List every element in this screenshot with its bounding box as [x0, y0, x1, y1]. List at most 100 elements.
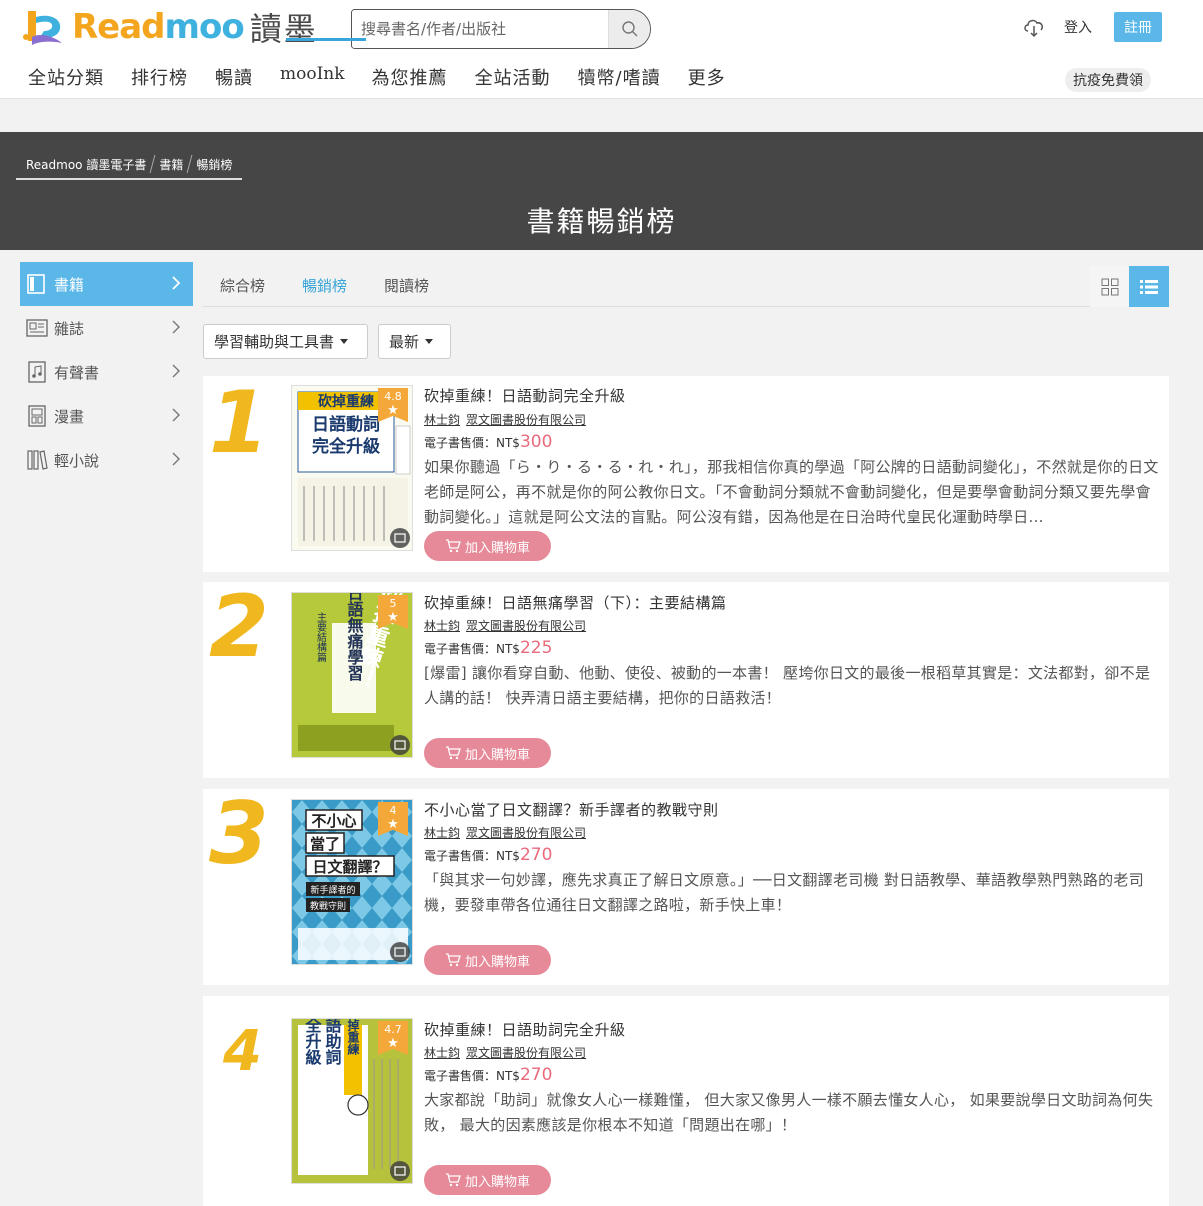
ebook-format-icon	[390, 735, 410, 755]
login-link[interactable]: 登入	[1064, 17, 1092, 37]
rating-value: 5	[389, 597, 397, 610]
price-label: 電子書售價：NT$	[424, 436, 520, 450]
book-cover[interactable]: 砍掉重練！ 日語無痛學習 主要結構篇 5 ★	[291, 592, 413, 758]
book-title[interactable]: 不小心當了日文翻譯？新手譯者的教戰守則	[424, 799, 719, 820]
nav-item-categories[interactable]: 全站分類	[28, 64, 104, 90]
nav-item-coins[interactable]: 犢幣/嗜讀	[578, 64, 661, 90]
sidebar-item-books[interactable]: 書籍	[20, 262, 193, 306]
book-meta: 林士鈞 眾文圖書股份有限公司	[424, 411, 592, 428]
add-to-cart-button[interactable]: 加入購物車	[424, 945, 551, 975]
book-description: [爆雷] 讓你看穿自動、他動、使役、被動的一本書！ 壓垮你日文的最後一根稻草其實…	[424, 664, 1151, 707]
add-to-cart-button[interactable]: 加入購物車	[424, 738, 551, 768]
cover-title-line: 不小心	[311, 812, 356, 830]
cloud-download-icon[interactable]	[1022, 15, 1046, 39]
chevron-right-icon	[172, 276, 181, 290]
author-link[interactable]: 林士鈞	[424, 826, 460, 840]
cover-title-line: 日語無痛學習	[345, 593, 365, 682]
sidebar-item-comics[interactable]: 漫畫	[20, 394, 193, 438]
publisher-link[interactable]: 眾文圖書股份有限公司	[466, 1046, 586, 1060]
sort-dropdown[interactable]: 最新	[378, 324, 451, 359]
chevron-right-icon	[172, 452, 180, 466]
cart-icon	[445, 746, 461, 760]
add-to-cart-button[interactable]: 加入購物車	[424, 1165, 551, 1195]
book-title[interactable]: 砍掉重練！日語助詞完全升級	[424, 1019, 626, 1040]
readmoo-logo[interactable]: Readmoo 讀墨	[22, 6, 318, 48]
book-cover[interactable]: 不小心 當了 日文翻譯？ 新手譯者的 教戰守則 4 ★	[291, 799, 413, 965]
breadcrumb-bestseller[interactable]: 暢銷榜	[196, 156, 232, 173]
search-input[interactable]	[352, 10, 608, 48]
book-cover[interactable]: 砍掉重練 日語動詞 完全升級 4.8 ★	[291, 385, 413, 551]
nav-item-unlimited[interactable]: 暢讀	[215, 64, 253, 90]
cart-icon	[445, 953, 461, 967]
book-list-item: 2 砍掉重練！ 日語無痛學習 主要結構篇 5 ★ 砍掉重練！日語無痛學習（下）：主…	[203, 582, 1169, 778]
book-icon	[26, 273, 48, 295]
nav-item-events[interactable]: 全站活動	[475, 64, 551, 90]
price-value: 270	[519, 1065, 553, 1085]
grid-view-button[interactable]	[1090, 266, 1130, 307]
book-list-item: 4 完全升級 日語助詞 砍掉重練 4.7 ★ 砍掉重練！日語助詞完全升級 林士鈞眾…	[203, 996, 1169, 1206]
logo-chinese: 讀墨	[249, 10, 318, 48]
sidebar-item-label: 有聲書	[54, 363, 100, 382]
author-link[interactable]: 林士鈞	[424, 413, 460, 427]
sidebar-item-label: 雜誌	[54, 319, 85, 338]
author-link[interactable]: 林士鈞	[424, 1046, 460, 1060]
comic-icon	[26, 405, 48, 427]
breadcrumb-books[interactable]: 書籍	[159, 156, 183, 173]
add-to-cart-label: 加入購物車	[464, 540, 530, 556]
cart-icon	[445, 1173, 461, 1187]
rank-number: 1	[209, 373, 269, 473]
publisher-link[interactable]: 眾文圖書股份有限公司	[466, 826, 586, 840]
nav-item-mooink[interactable]: mooInk	[280, 64, 345, 90]
nav-item-rankings[interactable]: 排行榜	[131, 64, 188, 90]
cover-title-line: 完全升級	[303, 1019, 323, 1066]
price-line: 電子書售價：NT$225	[424, 638, 552, 658]
category-sidebar: 書籍 雜誌 有聲書 漫畫 輕小說	[20, 262, 193, 482]
rating-value: 4	[389, 804, 397, 817]
audiobook-icon	[26, 361, 48, 383]
price-value: 300	[519, 432, 553, 452]
magazine-icon	[26, 317, 48, 339]
book-cover[interactable]: 完全升級 日語助詞 砍掉重練 4.7 ★	[291, 1018, 413, 1184]
tab-reading[interactable]: 閱讀榜	[384, 275, 429, 296]
author-link[interactable]: 林士鈞	[424, 619, 460, 633]
book-meta: 林士鈞 眾文圖書股份有限公司	[424, 1044, 592, 1061]
page-banner: Readmoo 讀墨電子書 書籍 暢銷榜 書籍暢銷榜	[0, 132, 1203, 250]
readmoo-logo-icon	[23, 11, 62, 45]
list-view-button[interactable]	[1129, 266, 1169, 307]
book-title[interactable]: 砍掉重練！日語無痛學習（下）：主要結構篇	[424, 592, 727, 613]
book-meta: 林士鈞 眾文圖書股份有限公司	[424, 617, 592, 634]
sidebar-item-audiobooks[interactable]: 有聲書	[20, 350, 193, 394]
category-dropdown-value: 學習輔助與工具書	[214, 333, 335, 351]
sort-dropdown-value: 最新	[389, 333, 420, 351]
nav-item-recommend[interactable]: 為您推薦	[372, 64, 448, 90]
ebook-format-icon	[390, 1161, 410, 1181]
price-label: 電子書售價：NT$	[424, 1069, 520, 1083]
search-button[interactable]	[608, 10, 650, 48]
search-icon	[621, 21, 637, 37]
price-value: 225	[519, 638, 553, 658]
chevron-right-icon	[172, 364, 180, 378]
cover-title-line: 日文翻譯？	[312, 858, 387, 876]
breadcrumb-separator	[186, 155, 193, 173]
price-value: 270	[519, 845, 553, 865]
tab-overall[interactable]: 綜合榜	[220, 275, 265, 296]
register-button[interactable]: 註冊	[1114, 12, 1162, 42]
tab-bestseller[interactable]: 暢銷榜	[302, 275, 347, 296]
sidebar-item-light-novels[interactable]: 輕小說	[20, 438, 193, 482]
logo-word-moo: moo	[164, 7, 245, 47]
book-list-item: 1 砍掉重練 日語動詞 完全升級 4.8 ★ 砍掉重練！日語動詞完全升級 林士鈞眾…	[203, 376, 1169, 572]
publisher-link[interactable]: 眾文圖書股份有限公司	[466, 413, 586, 427]
rank-number: 3	[209, 784, 269, 884]
breadcrumb-home[interactable]: Readmoo 讀墨電子書	[26, 156, 146, 173]
cart-icon	[445, 539, 461, 553]
free-claim-button[interactable]: 抗疫免費領	[1065, 68, 1151, 92]
add-to-cart-button[interactable]: 加入購物車	[424, 531, 551, 561]
category-dropdown[interactable]: 學習輔助與工具書	[203, 324, 368, 359]
caret-down-icon	[425, 339, 434, 344]
logo-wordmark: Readmoo	[72, 7, 245, 47]
nav-item-more[interactable]: 更多	[688, 64, 726, 90]
sidebar-item-magazines[interactable]: 雜誌	[20, 306, 193, 350]
rating-value: 4.8	[384, 390, 402, 403]
publisher-link[interactable]: 眾文圖書股份有限公司	[466, 619, 586, 633]
book-title[interactable]: 砍掉重練！日語動詞完全升級	[424, 385, 626, 406]
